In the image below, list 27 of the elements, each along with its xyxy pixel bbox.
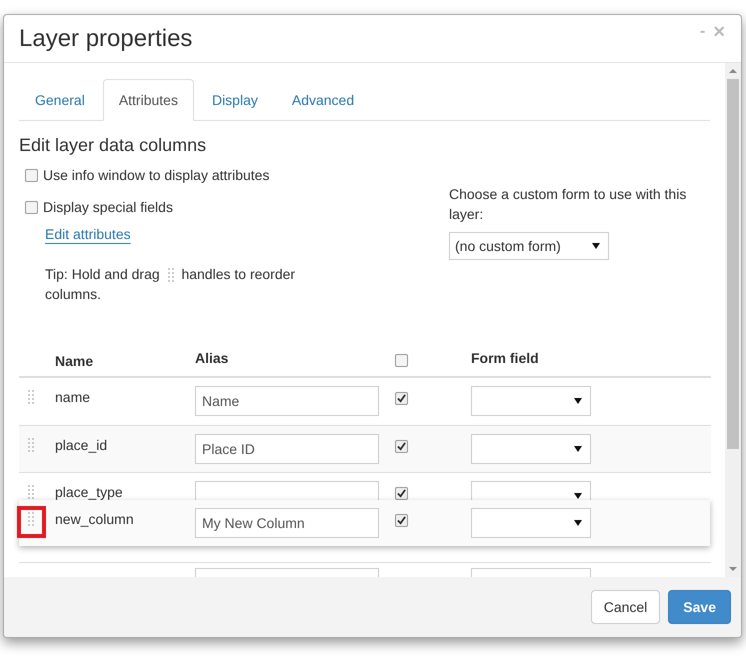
alias-field[interactable]: Name (195, 386, 379, 416)
edit-attributes-link[interactable]: Edit attributes (45, 226, 131, 242)
column-header: Alias (195, 350, 228, 366)
custom-form-dropdown[interactable]: (no custom form) (449, 232, 609, 260)
alias-field[interactable]: Place ID (195, 434, 379, 464)
column-name: place_id (55, 437, 108, 453)
column-name: place_type (55, 484, 123, 500)
dragged-row[interactable]: new_column My New Column (19, 500, 710, 546)
tip-text: columns. (45, 285, 102, 304)
column-header: Form field (471, 350, 539, 366)
save-button[interactable]: Save (668, 590, 731, 624)
section-heading: Edit layer data columns (19, 135, 208, 156)
tab[interactable]: Attributes (102, 79, 194, 121)
tab[interactable]: General (19, 79, 101, 121)
checkbox-label: Use info window to display attributes (43, 167, 270, 183)
column-header: Name (55, 353, 94, 369)
tab[interactable]: Display (196, 79, 274, 121)
tip-text: Tip: Hold and drag (45, 266, 160, 282)
custom-form-label: Choose a custom form to use with this layer: (449, 185, 688, 224)
column-name: name (55, 389, 90, 405)
tab[interactable]: Advanced (276, 79, 370, 121)
checkbox-label: Display special fields (43, 199, 173, 215)
window-title: Layer properties (19, 24, 192, 52)
alias-field[interactable]: My New Column (195, 508, 379, 538)
tip-text: handles to reorder (181, 266, 296, 282)
column-name: new_column (55, 511, 134, 527)
cancel-button[interactable]: Cancel (590, 590, 660, 624)
